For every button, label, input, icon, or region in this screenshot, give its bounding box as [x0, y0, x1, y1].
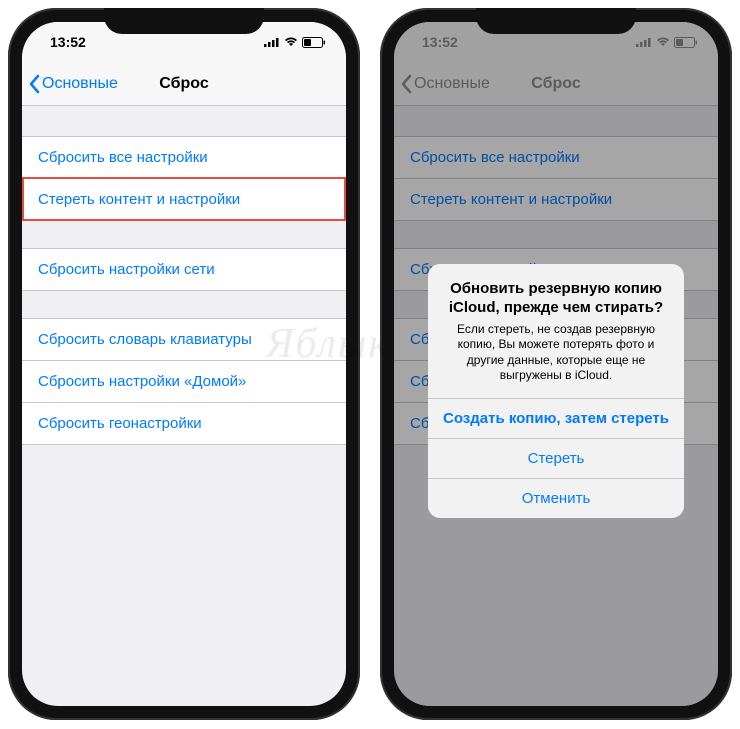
reset-all-settings-row[interactable]: Сбросить все настройки — [22, 136, 346, 179]
notch — [104, 8, 264, 34]
alert-erase-button[interactable]: Стереть — [428, 438, 684, 478]
erase-content-row[interactable]: Стереть контент и настройки — [22, 178, 346, 221]
alert-dialog: Обновить резервную копию iCloud, прежде … — [428, 264, 684, 518]
battery-icon — [302, 37, 326, 48]
list-group-2: Сбросить настройки сети — [22, 248, 346, 291]
reset-keyboard-row[interactable]: Сбросить словарь клавиатуры — [22, 318, 346, 361]
signal-icon — [264, 37, 280, 47]
alert-message: Если стереть, не создав резервную копию,… — [442, 322, 670, 384]
list-group-1: Сбросить все настройки Стереть контент и… — [22, 136, 346, 221]
nav-bar: Основные Сброс — [22, 62, 346, 106]
status-right — [264, 37, 326, 48]
screen-left: 13:52 Основные Сброс Сбросить все н — [22, 22, 346, 706]
phone-left: 13:52 Основные Сброс Сбросить все н — [8, 8, 360, 720]
list-group-3: Сбросить словарь клавиатуры Сбросить нас… — [22, 318, 346, 445]
screen-right: 13:52 Основные Сброс Сбросить все н — [394, 22, 718, 706]
alert-backup-then-erase-button[interactable]: Создать копию, затем стереть — [428, 398, 684, 438]
nav-back-button[interactable]: Основные — [22, 74, 118, 94]
reset-home-row[interactable]: Сбросить настройки «Домой» — [22, 360, 346, 403]
wifi-icon — [284, 37, 298, 47]
phone-right: 13:52 Основные Сброс Сбросить все н — [380, 8, 732, 720]
status-time: 13:52 — [50, 34, 86, 50]
alert-body: Обновить резервную копию iCloud, прежде … — [428, 264, 684, 398]
alert-cancel-button[interactable]: Отменить — [428, 478, 684, 518]
alert-title: Обновить резервную копию iCloud, прежде … — [442, 280, 670, 318]
notch — [476, 8, 636, 34]
reset-network-row[interactable]: Сбросить настройки сети — [22, 248, 346, 291]
nav-back-label: Основные — [42, 75, 118, 93]
reset-location-row[interactable]: Сбросить геонастройки — [22, 402, 346, 445]
chevron-left-icon — [28, 74, 40, 94]
